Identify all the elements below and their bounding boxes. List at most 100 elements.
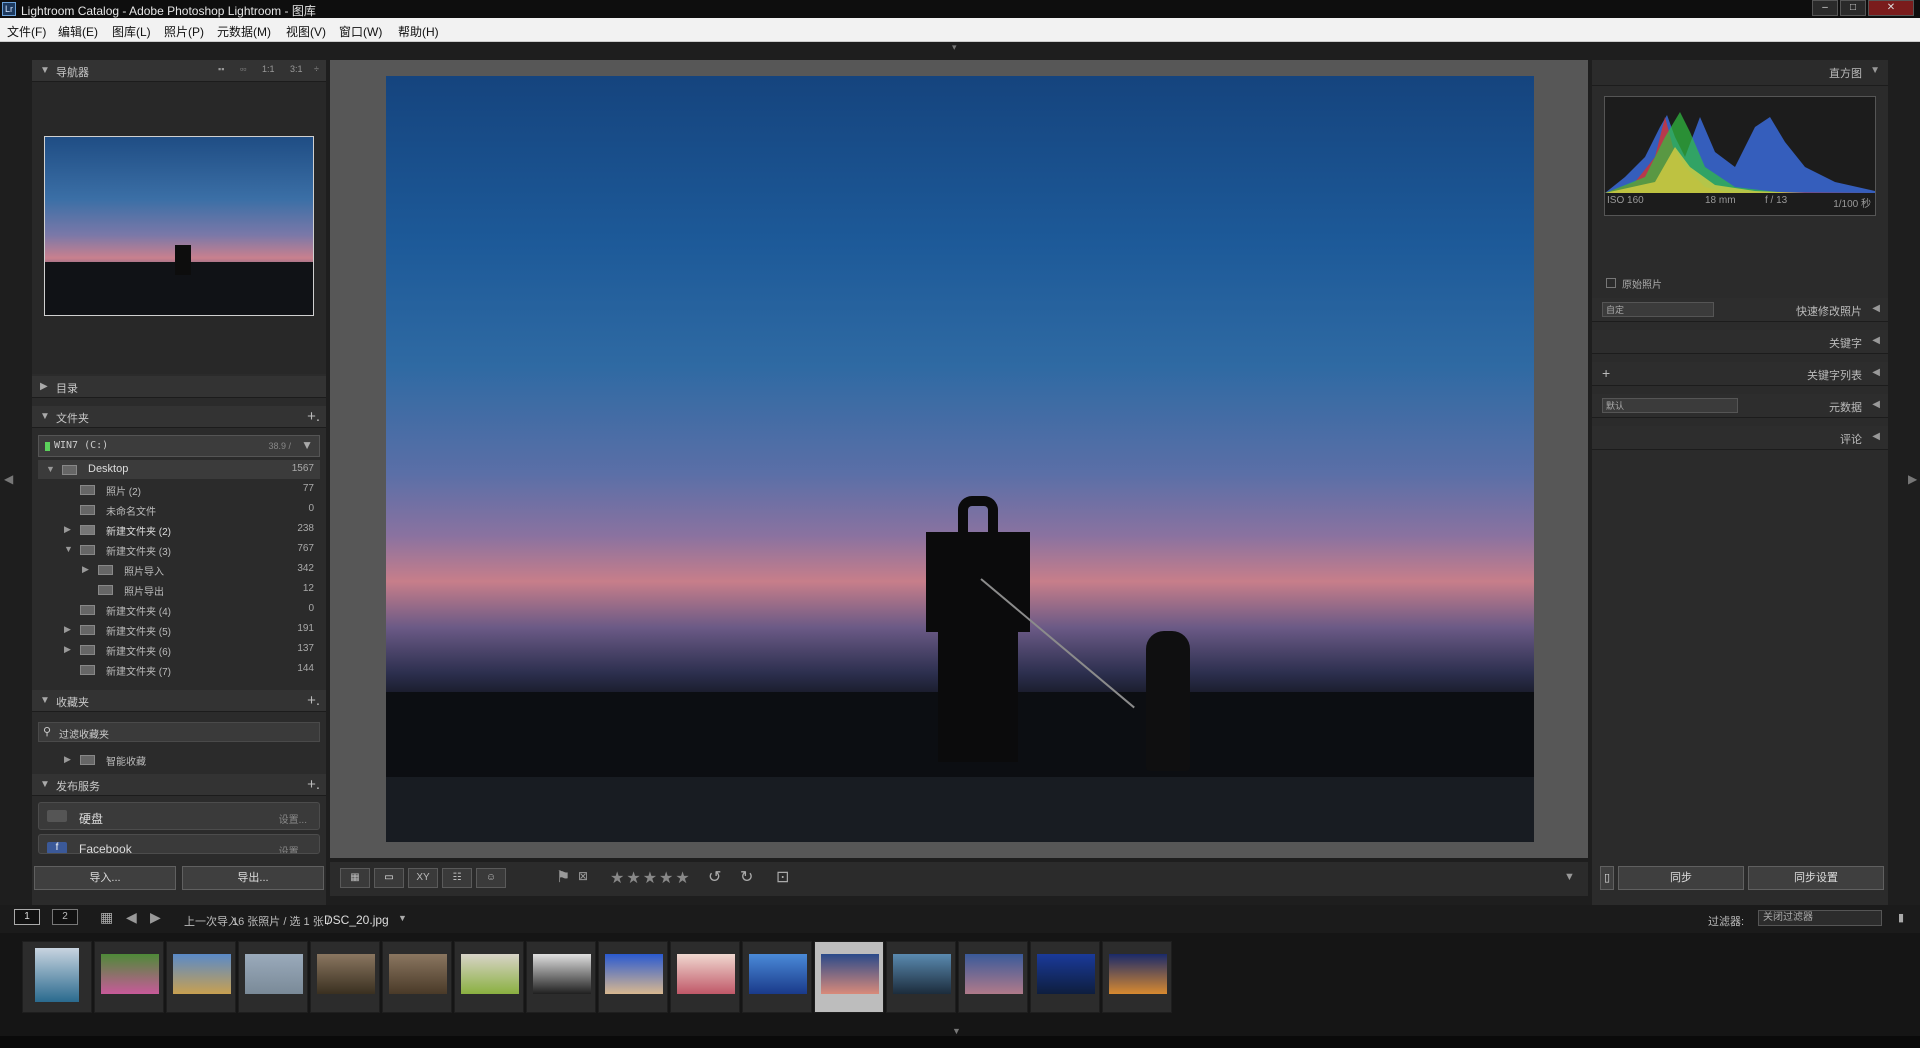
filmstrip-thumbnail[interactable] xyxy=(670,941,740,1013)
collections-header[interactable]: ▼ 收藏夹 +. xyxy=(32,690,326,712)
folder-toggle-icon[interactable]: ▶ xyxy=(82,564,89,575)
folder-row[interactable]: 新建文件夹 (4) 0 xyxy=(38,600,320,619)
bottom-panel-toggle-icon[interactable]: ▼ xyxy=(952,1026,961,1036)
filmstrip-thumbnail[interactable] xyxy=(598,941,668,1013)
sync-toggle-switch[interactable]: ▯ xyxy=(1600,866,1614,890)
filmstrip-thumbnail[interactable] xyxy=(526,941,596,1013)
forward-arrow-icon[interactable]: ▶ xyxy=(150,909,161,926)
menu-photo[interactable]: 照片(P) xyxy=(164,23,204,40)
filmstrip-thumbnail[interactable] xyxy=(238,941,308,1013)
folder-row[interactable]: 未命名文件 0 xyxy=(38,500,320,519)
menu-metadata[interactable]: 元数据(M) xyxy=(217,23,271,40)
folder-row[interactable]: ▶ 新建文件夹 (5) 191 xyxy=(38,620,320,639)
folder-row[interactable]: 新建文件夹 (7) 144 xyxy=(38,660,320,679)
filmstrip-thumbnail[interactable] xyxy=(886,941,956,1013)
rotate-left-icon[interactable]: ↺ xyxy=(708,867,721,887)
folder-toggle-icon[interactable]: ▶ xyxy=(64,644,71,655)
survey-view-icon[interactable]: ☷ xyxy=(442,868,472,888)
nav-size-1to1[interactable]: 1:1 xyxy=(262,64,275,74)
publish-services-header[interactable]: ▼ 发布服务 +. xyxy=(32,774,326,796)
back-arrow-icon[interactable]: ◀ xyxy=(126,909,137,926)
filmstrip-thumbnail[interactable] xyxy=(382,941,452,1013)
folder-toggle-icon[interactable]: ▼ xyxy=(64,544,73,554)
keyword-list-header[interactable]: + 关键字列表 ◀ xyxy=(1592,362,1888,386)
folder-row[interactable]: ▶ 照片导入 342 xyxy=(38,560,320,579)
original-photo-checkbox[interactable] xyxy=(1606,278,1616,288)
filmstrip-thumbnail[interactable] xyxy=(814,941,884,1013)
folder-toggle-icon[interactable]: ▼ xyxy=(46,464,55,474)
nav-size-stepper[interactable]: ÷ xyxy=(314,64,319,74)
folder-toggle-icon[interactable]: ▶ xyxy=(64,524,71,535)
collection-filter-input[interactable]: ⚲ 过滤收藏夹 xyxy=(38,722,320,742)
flag-pick-icon[interactable]: ⚑ xyxy=(556,867,570,887)
quick-develop-preset-select[interactable]: 自定 xyxy=(1602,302,1714,317)
menu-window[interactable]: 窗口(W) xyxy=(339,23,382,40)
collection-set-row[interactable]: ▶ 智能收藏 xyxy=(38,750,320,769)
navigator-thumbnail[interactable] xyxy=(44,136,314,316)
volume-dropdown-icon[interactable]: ▼ xyxy=(301,438,313,452)
compare-view-icon[interactable]: XY xyxy=(408,868,438,888)
histogram-header[interactable]: 直方图 ▼ xyxy=(1592,60,1888,86)
quick-develop-header[interactable]: 自定 快速修改照片 ◀ xyxy=(1592,298,1888,322)
metadata-preset-select[interactable]: 默认 xyxy=(1602,398,1738,413)
folder-row[interactable]: ▶ 新建文件夹 (2) 238 xyxy=(38,520,320,539)
menu-file[interactable]: 文件(F) xyxy=(7,23,46,40)
star-rating[interactable]: ★★★★★ xyxy=(610,868,692,888)
nav-size-fit[interactable]: ▪▪ xyxy=(218,64,224,74)
add-keyword-icon[interactable]: + xyxy=(1602,365,1610,381)
menu-help[interactable]: 帮助(H) xyxy=(398,23,439,40)
metadata-header[interactable]: 默认 元数据 ◀ xyxy=(1592,394,1888,418)
rotate-right-icon[interactable]: ↻ xyxy=(740,867,753,887)
folder-row[interactable]: ▼ Desktop 1567 xyxy=(38,460,320,479)
right-panel-toggle-icon[interactable]: ▶ xyxy=(1908,472,1917,486)
filmstrip-thumbnail[interactable] xyxy=(454,941,524,1013)
service-settings-link[interactable]: 设置... xyxy=(279,811,307,826)
left-panel-toggle-icon[interactable]: ◀ xyxy=(4,472,13,486)
close-button[interactable]: ✕ xyxy=(1868,0,1914,16)
folder-row[interactable]: ▶ 新建文件夹 (6) 137 xyxy=(38,640,320,659)
keywording-header[interactable]: 关键字 ◀ xyxy=(1592,330,1888,354)
folder-row[interactable]: 照片 (2) 77 xyxy=(38,480,320,499)
filter-lock-icon[interactable]: ▮ xyxy=(1898,911,1904,924)
filename-dropdown-icon[interactable]: ▼ xyxy=(398,913,407,923)
import-button[interactable]: 导入... xyxy=(34,866,176,890)
menu-view[interactable]: 视图(V) xyxy=(286,23,326,40)
filmstrip-thumbnail[interactable] xyxy=(1102,941,1172,1013)
filmstrip-thumbnail[interactable] xyxy=(166,941,236,1013)
flag-reject-icon[interactable]: ⊠ xyxy=(578,869,588,883)
filmstrip-thumbnail[interactable] xyxy=(310,941,380,1013)
comments-header[interactable]: 评论 ◀ xyxy=(1592,426,1888,450)
main-photo[interactable] xyxy=(386,76,1534,842)
window-1-button[interactable]: 1 xyxy=(14,909,40,925)
menu-edit[interactable]: 编辑(E) xyxy=(58,23,98,40)
filmstrip-thumbnail[interactable] xyxy=(1030,941,1100,1013)
nav-size-3to1[interactable]: 3:1 xyxy=(290,64,303,74)
folder-row[interactable]: ▼ 新建文件夹 (3) 767 xyxy=(38,540,320,559)
catalog-header[interactable]: ▶ 目录 xyxy=(32,376,326,398)
grid-view-icon[interactable]: ▦ xyxy=(340,868,370,888)
filmstrip-thumbnail[interactable] xyxy=(958,941,1028,1013)
people-view-icon[interactable]: ☺ xyxy=(476,868,506,888)
nav-size-fill[interactable]: ▫▫ xyxy=(240,64,246,74)
menu-library[interactable]: 图库(L) xyxy=(112,23,151,40)
top-panel-toggle-icon[interactable]: ▾ xyxy=(952,42,957,53)
folder-toggle-icon[interactable]: ▶ xyxy=(64,624,71,635)
sync-settings-button[interactable]: 同步设置 xyxy=(1748,866,1884,890)
loupe-view-icon[interactable]: ▭ xyxy=(374,868,404,888)
expand-triangle-icon[interactable]: ▶ xyxy=(64,754,71,765)
add-service-icon[interactable]: +. xyxy=(307,776,320,793)
publish-service-row[interactable]: f Facebook 设置... xyxy=(38,834,320,854)
source-label[interactable]: 上一次导入 xyxy=(184,913,239,929)
volume-row[interactable]: WIN7 (C:) 38.9 / ▼ xyxy=(38,435,320,457)
crop-overlay-icon[interactable]: ⊡ xyxy=(776,867,789,887)
filmstrip-thumbnail[interactable] xyxy=(742,941,812,1013)
sync-button[interactable]: 同步 xyxy=(1618,866,1744,890)
export-button[interactable]: 导出... xyxy=(182,866,324,890)
filter-select[interactable]: 关闭过滤器 xyxy=(1758,910,1882,926)
minimize-button[interactable]: – xyxy=(1812,0,1838,16)
maximize-button[interactable]: □ xyxy=(1840,0,1866,16)
filmstrip-thumbnail[interactable] xyxy=(22,941,92,1013)
navigator-header[interactable]: ▼ 导航器 ▪▪ ▫▫ 1:1 3:1 ÷ xyxy=(32,60,326,82)
filmstrip-thumbnail[interactable] xyxy=(94,941,164,1013)
grid-view-icon[interactable]: ▦ xyxy=(100,909,113,926)
